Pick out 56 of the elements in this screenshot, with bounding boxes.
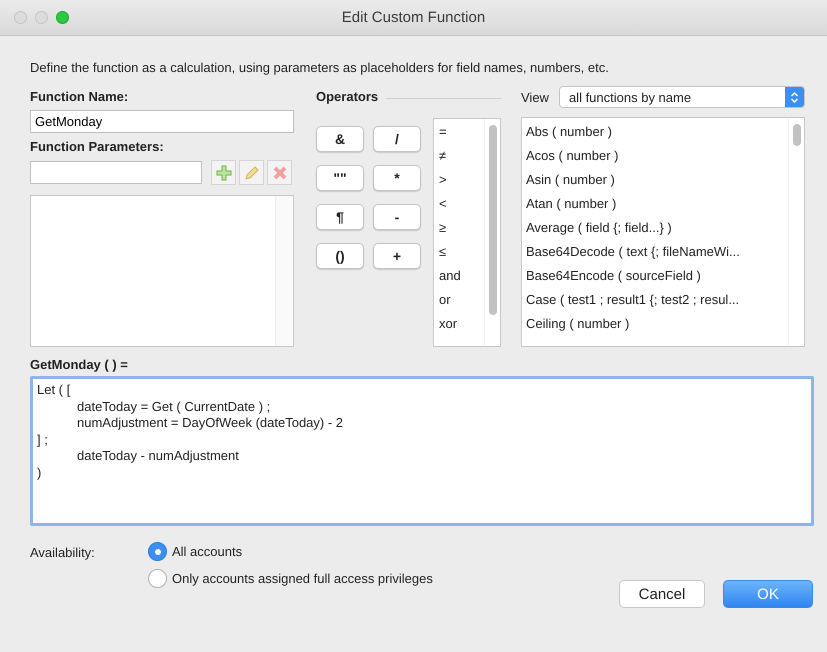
operator-list-item[interactable]: or: [439, 291, 484, 308]
function-parameters-label: Function Parameters:: [30, 139, 165, 154]
function-list-item[interactable]: Atan ( number ): [526, 195, 788, 212]
operator-button[interactable]: +: [373, 243, 421, 269]
scrollbar-thumb[interactable]: [489, 125, 497, 315]
function-name-label: Function Name:: [30, 89, 130, 104]
close-icon[interactable]: [14, 11, 27, 24]
view-label: View: [521, 90, 549, 104]
operator-list-item[interactable]: and: [439, 267, 484, 284]
availability-radio-option[interactable]: All accounts: [148, 542, 433, 561]
up-down-chevron-icon: [790, 90, 799, 104]
scrollbar-thumb[interactable]: [793, 124, 801, 146]
operator-list-item[interactable]: >: [439, 171, 484, 188]
function-list-item[interactable]: Case ( test1 ; result1 {; test2 ; resul...: [526, 291, 788, 308]
edit-button[interactable]: [239, 160, 264, 185]
pencil-icon: [244, 164, 260, 180]
function-list-item[interactable]: Base64Encode ( sourceField ): [526, 267, 788, 284]
window-title: Edit Custom Function: [342, 9, 486, 26]
operator-list-item[interactable]: =: [439, 123, 484, 140]
function-list-item[interactable]: Base64Decode ( text {; fileNameWi...: [526, 243, 788, 260]
operator-button[interactable]: ¶: [316, 204, 364, 230]
function-name-field[interactable]: GetMonday: [30, 110, 294, 133]
operator-button[interactable]: *: [373, 165, 421, 191]
cancel-button[interactable]: Cancel: [619, 580, 705, 608]
radio-button[interactable]: [148, 542, 167, 561]
availability-radio-option[interactable]: Only accounts assigned full access privileges: [148, 569, 433, 588]
operator-list-item[interactable]: ≥: [439, 219, 484, 236]
function-list-item[interactable]: Asin ( number ): [526, 171, 788, 188]
operator-list-item[interactable]: xor: [439, 315, 484, 332]
formula-label: GetMonday ( ) =: [30, 357, 129, 372]
operator-button[interactable]: (): [316, 243, 364, 269]
function-list-item[interactable]: Abs ( number ): [526, 123, 788, 140]
function-list-item[interactable]: Acos ( number ): [526, 147, 788, 164]
operator-list-item[interactable]: ≠: [439, 147, 484, 164]
add-button[interactable]: [211, 160, 236, 185]
view-dropdown[interactable]: all functions by name: [558, 86, 805, 108]
parameter-list[interactable]: [30, 195, 294, 347]
delete-button[interactable]: [267, 160, 292, 185]
operator-button[interactable]: /: [373, 126, 421, 152]
operators-label: Operators: [316, 89, 378, 104]
cross-icon: [272, 164, 288, 180]
operator-list-item[interactable]: <: [439, 195, 484, 212]
availability-label: Availability:: [30, 544, 96, 562]
description-text: Define the function as a calculation, using parameters as placeholders for field names, numbers, etc.: [30, 60, 610, 75]
radio-button[interactable]: [148, 569, 167, 588]
operator-button[interactable]: -: [373, 204, 421, 230]
zoom-icon[interactable]: [56, 11, 69, 24]
formula-editor[interactable]: Let ( [ dateToday = Get ( CurrentDate ) ; numAdjustment = DayOfWeek (dateToday) - 2 ] ; dateToday - numAdjustment ): [30, 376, 814, 526]
operator-list-item[interactable]: ≤: [439, 243, 484, 260]
function-list-item[interactable]: Ceiling ( number ): [526, 315, 788, 332]
function-list-item[interactable]: Average ( field {; field...} ): [526, 219, 788, 236]
parameter-field[interactable]: [30, 161, 202, 184]
plus-icon: [216, 164, 232, 180]
operator-button[interactable]: &: [316, 126, 364, 152]
minimize-icon[interactable]: [35, 11, 48, 24]
operator-button[interactable]: "": [316, 165, 364, 191]
